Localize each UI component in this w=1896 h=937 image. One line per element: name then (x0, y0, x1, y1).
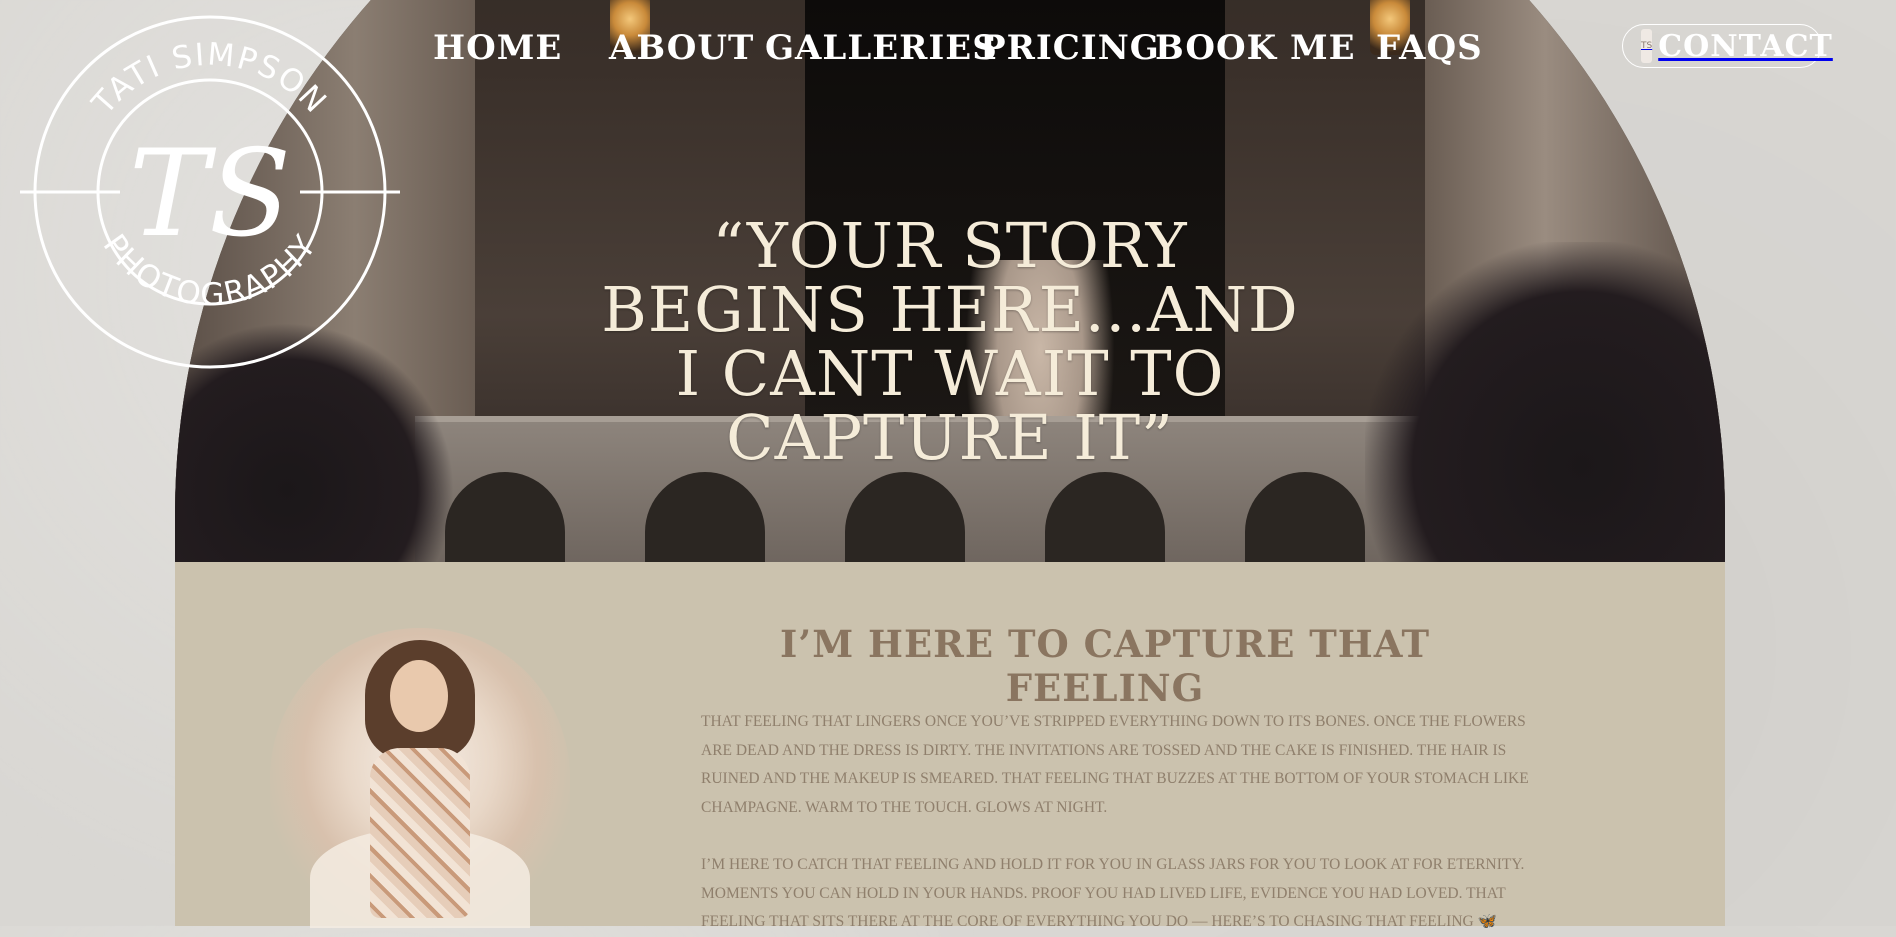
intro-paragraph-1: THAT FEELING THAT LINGERS ONCE YOU’VE ST… (701, 713, 1529, 816)
nav-book-me[interactable]: BOOK ME (1155, 28, 1356, 68)
contact-badge-icon: TS (1641, 29, 1653, 63)
nav-faqs[interactable]: FAQS (1376, 28, 1483, 68)
nav-about[interactable]: ABOUT (609, 28, 754, 68)
photographer-portrait (270, 628, 570, 928)
logo-monogram: TS (129, 125, 291, 264)
intro-title: I’M HERE TO CAPTURE THAT FEELING (780, 622, 1430, 710)
main-nav: HOME ABOUT GALLERIES PRICING BOOK ME FAQ… (0, 28, 1896, 78)
intro-paragraph-2: I’M HERE TO CATCH THAT FEELING AND HOLD … (701, 856, 1525, 930)
nav-pricing[interactable]: PRICING (980, 28, 1160, 68)
hero-bush-right (1365, 242, 1725, 562)
contact-button[interactable]: TS CONTACT (1622, 24, 1832, 68)
hero-quote: “YOUR STORY BEGINS HERE...AND I CANT WAI… (601, 209, 1299, 474)
nav-home[interactable]: HOME (433, 28, 562, 68)
contact-label: CONTACT (1658, 28, 1833, 64)
nav-galleries[interactable]: GALLERIES (765, 28, 998, 68)
